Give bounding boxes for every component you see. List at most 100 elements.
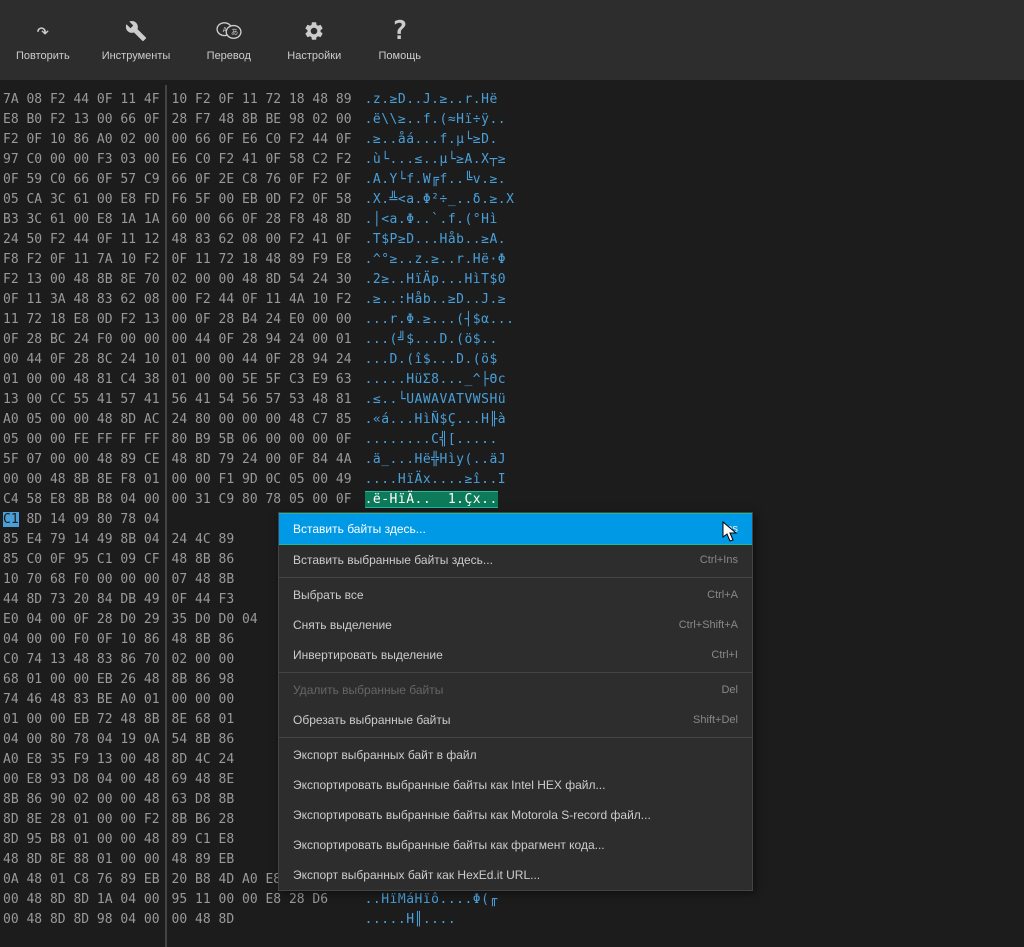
hex-row-left[interactable]: 68 01 00 00 EB 26 48 — [3, 670, 160, 690]
hex-row-left[interactable]: 10 70 68 F0 00 00 00 — [3, 570, 160, 590]
hex-row-left[interactable]: 00 E8 93 D8 04 00 48 — [3, 770, 160, 790]
hex-row-right[interactable]: 66 0F 2E C8 76 0F F2 0F — [172, 170, 352, 190]
ascii-row[interactable]: .│<a.Φ..`.f.(°Hì — [365, 210, 515, 230]
ascii-row[interactable]: .X.╩<a.Φ²÷_..δ.≥.X — [365, 190, 515, 210]
ascii-row[interactable]: ...r.Φ.≥...(┤$α... — [365, 310, 515, 330]
hex-row-right[interactable]: 48 8D 79 24 00 0F 84 4A — [172, 450, 352, 470]
ascii-row[interactable]: .....H║.... — [365, 910, 515, 930]
ascii-row[interactable]: ........C╣[..... — [365, 430, 515, 450]
ascii-row[interactable]: .T$P≥D...Håb..≥A. — [365, 230, 515, 250]
menu-item[interactable]: Вставить байты здесь...Ins — [279, 513, 752, 545]
settings-button[interactable]: Настройки — [271, 8, 357, 72]
hex-row-left[interactable]: A0 05 00 00 48 8D AC — [3, 410, 160, 430]
ascii-row[interactable]: ....HïÄx....≥î..I — [365, 470, 515, 490]
hex-row-left[interactable]: 85 E4 79 14 49 8B 04 — [3, 530, 160, 550]
menu-item[interactable]: Обрезать выбранные байтыShift+Del — [279, 705, 752, 735]
menu-item[interactable]: Инвертировать выделениеCtrl+I — [279, 640, 752, 670]
hex-row-right[interactable]: 00 0F 28 B4 24 E0 00 00 — [172, 310, 352, 330]
hex-row-left[interactable]: F2 13 00 48 8B 8E 70 — [3, 270, 160, 290]
hex-row-left[interactable]: 0F 59 C0 66 0F 57 C9 — [3, 170, 160, 190]
hex-row-left[interactable]: F2 0F 10 86 A0 02 00 — [3, 130, 160, 150]
hex-row-left[interactable]: C1 8D 14 09 80 78 04 — [3, 510, 160, 530]
ascii-row[interactable]: ..HïMáHïô....Φ(╓ — [365, 890, 515, 910]
menu-item[interactable]: Снять выделениеCtrl+Shift+A — [279, 610, 752, 640]
hex-row-left[interactable]: E0 04 00 0F 28 D0 29 — [3, 610, 160, 630]
hex-row-left[interactable]: 00 48 8D 8D 1A 04 00 — [3, 890, 160, 910]
hex-row-left[interactable]: 0F 11 3A 48 83 62 08 — [3, 290, 160, 310]
hex-row-left[interactable]: C4 58 E8 8B B8 04 00 — [3, 490, 160, 510]
hex-row-right[interactable]: 01 00 00 44 0F 28 94 24 — [172, 350, 352, 370]
ascii-row[interactable]: .ë\\≥..f.(≈Hï÷ÿ.. — [365, 110, 515, 130]
hex-row-left[interactable]: 00 44 0F 28 8C 24 10 — [3, 350, 160, 370]
hex-row-left[interactable]: B3 3C 61 00 E8 1A 1A — [3, 210, 160, 230]
hex-row-right[interactable]: 10 F2 0F 11 72 18 48 89 — [172, 90, 352, 110]
hex-row-left[interactable]: 44 8D 73 20 84 DB 49 — [3, 590, 160, 610]
hex-row-right[interactable]: 00 00 F1 9D 0C 05 00 49 — [172, 470, 352, 490]
hex-row-right[interactable]: 00 31 C9 80 78 05 00 0F — [172, 490, 352, 510]
hex-row-left[interactable]: 7A 08 F2 44 0F 11 4F — [3, 90, 160, 110]
ascii-row[interactable]: .ä_...Hë╬Hìy(..äJ — [365, 450, 515, 470]
hex-row-left[interactable]: 24 50 F2 44 0F 11 12 — [3, 230, 160, 250]
ascii-row[interactable]: .≤..└UAWAVATVWSHü — [365, 390, 515, 410]
hex-row-left[interactable]: A0 E8 35 F9 13 00 48 — [3, 750, 160, 770]
hex-row-left[interactable]: 00 00 48 8B 8E F8 01 — [3, 470, 160, 490]
hex-row-left[interactable]: 00 48 8D 8D 98 04 00 — [3, 910, 160, 930]
hex-row-right[interactable]: F6 5F 00 EB 0D F2 0F 58 — [172, 190, 352, 210]
hex-row-left[interactable]: 0F 28 BC 24 F0 00 00 — [3, 330, 160, 350]
hex-row-left[interactable]: 48 8D 8E 88 01 00 00 — [3, 850, 160, 870]
hex-row-right[interactable]: 80 B9 5B 06 00 00 00 0F — [172, 430, 352, 450]
hex-row-right[interactable]: 00 44 0F 28 94 24 00 01 — [172, 330, 352, 350]
ascii-row[interactable]: .....HüΣ8..._^├Θc — [365, 370, 515, 390]
hex-row-left[interactable]: 74 46 48 83 BE A0 01 — [3, 690, 160, 710]
hex-row-left[interactable]: 05 00 00 FE FF FF FF — [3, 430, 160, 450]
hex-row-left[interactable]: 85 C0 0F 95 C1 09 CF — [3, 550, 160, 570]
ascii-row[interactable]: .2≥..HïÄp...HìT$0 — [365, 270, 515, 290]
hex-row-left[interactable]: 05 CA 3C 61 00 E8 FD — [3, 190, 160, 210]
ascii-row[interactable]: .z.≥D..J.≥..r.Hë — [365, 90, 515, 110]
ascii-row[interactable]: .ù└...≤..µ└≥A.X┬≥ — [365, 150, 515, 170]
menu-item[interactable]: Экспортировать выбранные байты как фрагм… — [279, 830, 752, 860]
menu-item[interactable]: Экспорт выбранных байт как HexEd.it URL.… — [279, 860, 752, 890]
hex-row-left[interactable]: 01 00 00 EB 72 48 8B — [3, 710, 160, 730]
ascii-row[interactable]: ...D.(î$...D.(ö$ — [365, 350, 515, 370]
ascii-row[interactable]: .ё-HïÄ.. 1.Çx.. — [365, 490, 515, 510]
ascii-row[interactable]: .«á...HìÑ$Ç...H╟à — [365, 410, 515, 430]
menu-item[interactable]: Экспорт выбранных байт в файл — [279, 740, 752, 770]
hex-row-left[interactable]: 11 72 18 E8 0D F2 13 — [3, 310, 160, 330]
menu-item[interactable]: Экспортировать выбранные байты как Motor… — [279, 800, 752, 830]
hex-row-left[interactable]: 5F 07 00 00 48 89 CE — [3, 450, 160, 470]
hex-row-left[interactable]: 0A 48 01 C8 76 89 EB — [3, 870, 160, 890]
hex-row-left[interactable]: 8D 95 B8 01 00 00 48 — [3, 830, 160, 850]
hex-row-right[interactable]: 56 41 54 56 57 53 48 81 — [172, 390, 352, 410]
hex-row-right[interactable]: 24 80 00 00 00 48 C7 85 — [172, 410, 352, 430]
hex-row-right[interactable]: E6 C0 F2 41 0F 58 C2 F2 — [172, 150, 352, 170]
hex-row-right[interactable]: 01 00 00 5E 5F C3 E9 63 — [172, 370, 352, 390]
hex-row-left[interactable]: 13 00 CC 55 41 57 41 — [3, 390, 160, 410]
hex-row-right[interactable]: 95 11 00 00 E8 28 D6 — [172, 890, 352, 910]
hex-row-left[interactable]: F8 F2 0F 11 7A 10 F2 — [3, 250, 160, 270]
hex-row-right[interactable]: 00 48 8D — [172, 910, 352, 930]
hex-row-right[interactable]: 0F 11 72 18 48 89 F9 E8 — [172, 250, 352, 270]
hex-row-right[interactable]: 60 00 66 0F 28 F8 48 8D — [172, 210, 352, 230]
hex-row-right[interactable]: 00 F2 44 0F 11 4A 10 F2 — [172, 290, 352, 310]
hex-row-right[interactable]: 00 66 0F E6 C0 F2 44 0F — [172, 130, 352, 150]
menu-item[interactable]: Выбрать всеCtrl+A — [279, 580, 752, 610]
hex-row-right[interactable]: 28 F7 48 8B BE 98 02 00 — [172, 110, 352, 130]
menu-item[interactable]: Вставить выбранные байты здесь...Ctrl+In… — [279, 545, 752, 575]
hex-row-left[interactable]: C0 74 13 48 83 86 70 — [3, 650, 160, 670]
ascii-row[interactable]: .≥..åá...f.µ└≥D. — [365, 130, 515, 150]
hex-row-right[interactable]: 48 83 62 08 00 F2 41 0F — [172, 230, 352, 250]
ascii-row[interactable]: .^°≥..z.≥..r.Hë·Φ — [365, 250, 515, 270]
tools-button[interactable]: Инструменты — [86, 8, 187, 72]
hex-row-left[interactable]: 04 00 00 F0 0F 10 86 — [3, 630, 160, 650]
hex-row-left[interactable]: 8D 8E 28 01 00 00 F2 — [3, 810, 160, 830]
hex-row-left[interactable]: 04 00 80 78 04 19 0A — [3, 730, 160, 750]
ascii-row[interactable]: ...(╝$...D.(ö$.. — [365, 330, 515, 350]
hex-row-left[interactable]: 8B 86 90 02 00 00 48 — [3, 790, 160, 810]
translate-button[interactable]: Aあ Перевод — [186, 8, 271, 72]
hex-row-right[interactable]: 02 00 00 48 8D 54 24 30 — [172, 270, 352, 290]
hex-row-left[interactable]: E8 B0 F2 13 00 66 0F — [3, 110, 160, 130]
hex-row-left[interactable]: 97 C0 00 00 F3 03 00 — [3, 150, 160, 170]
ascii-row[interactable]: .≥..:Håb..≥D..J.≥ — [365, 290, 515, 310]
ascii-row[interactable]: .A.Y└f.W╔f..╚v.≥. — [365, 170, 515, 190]
